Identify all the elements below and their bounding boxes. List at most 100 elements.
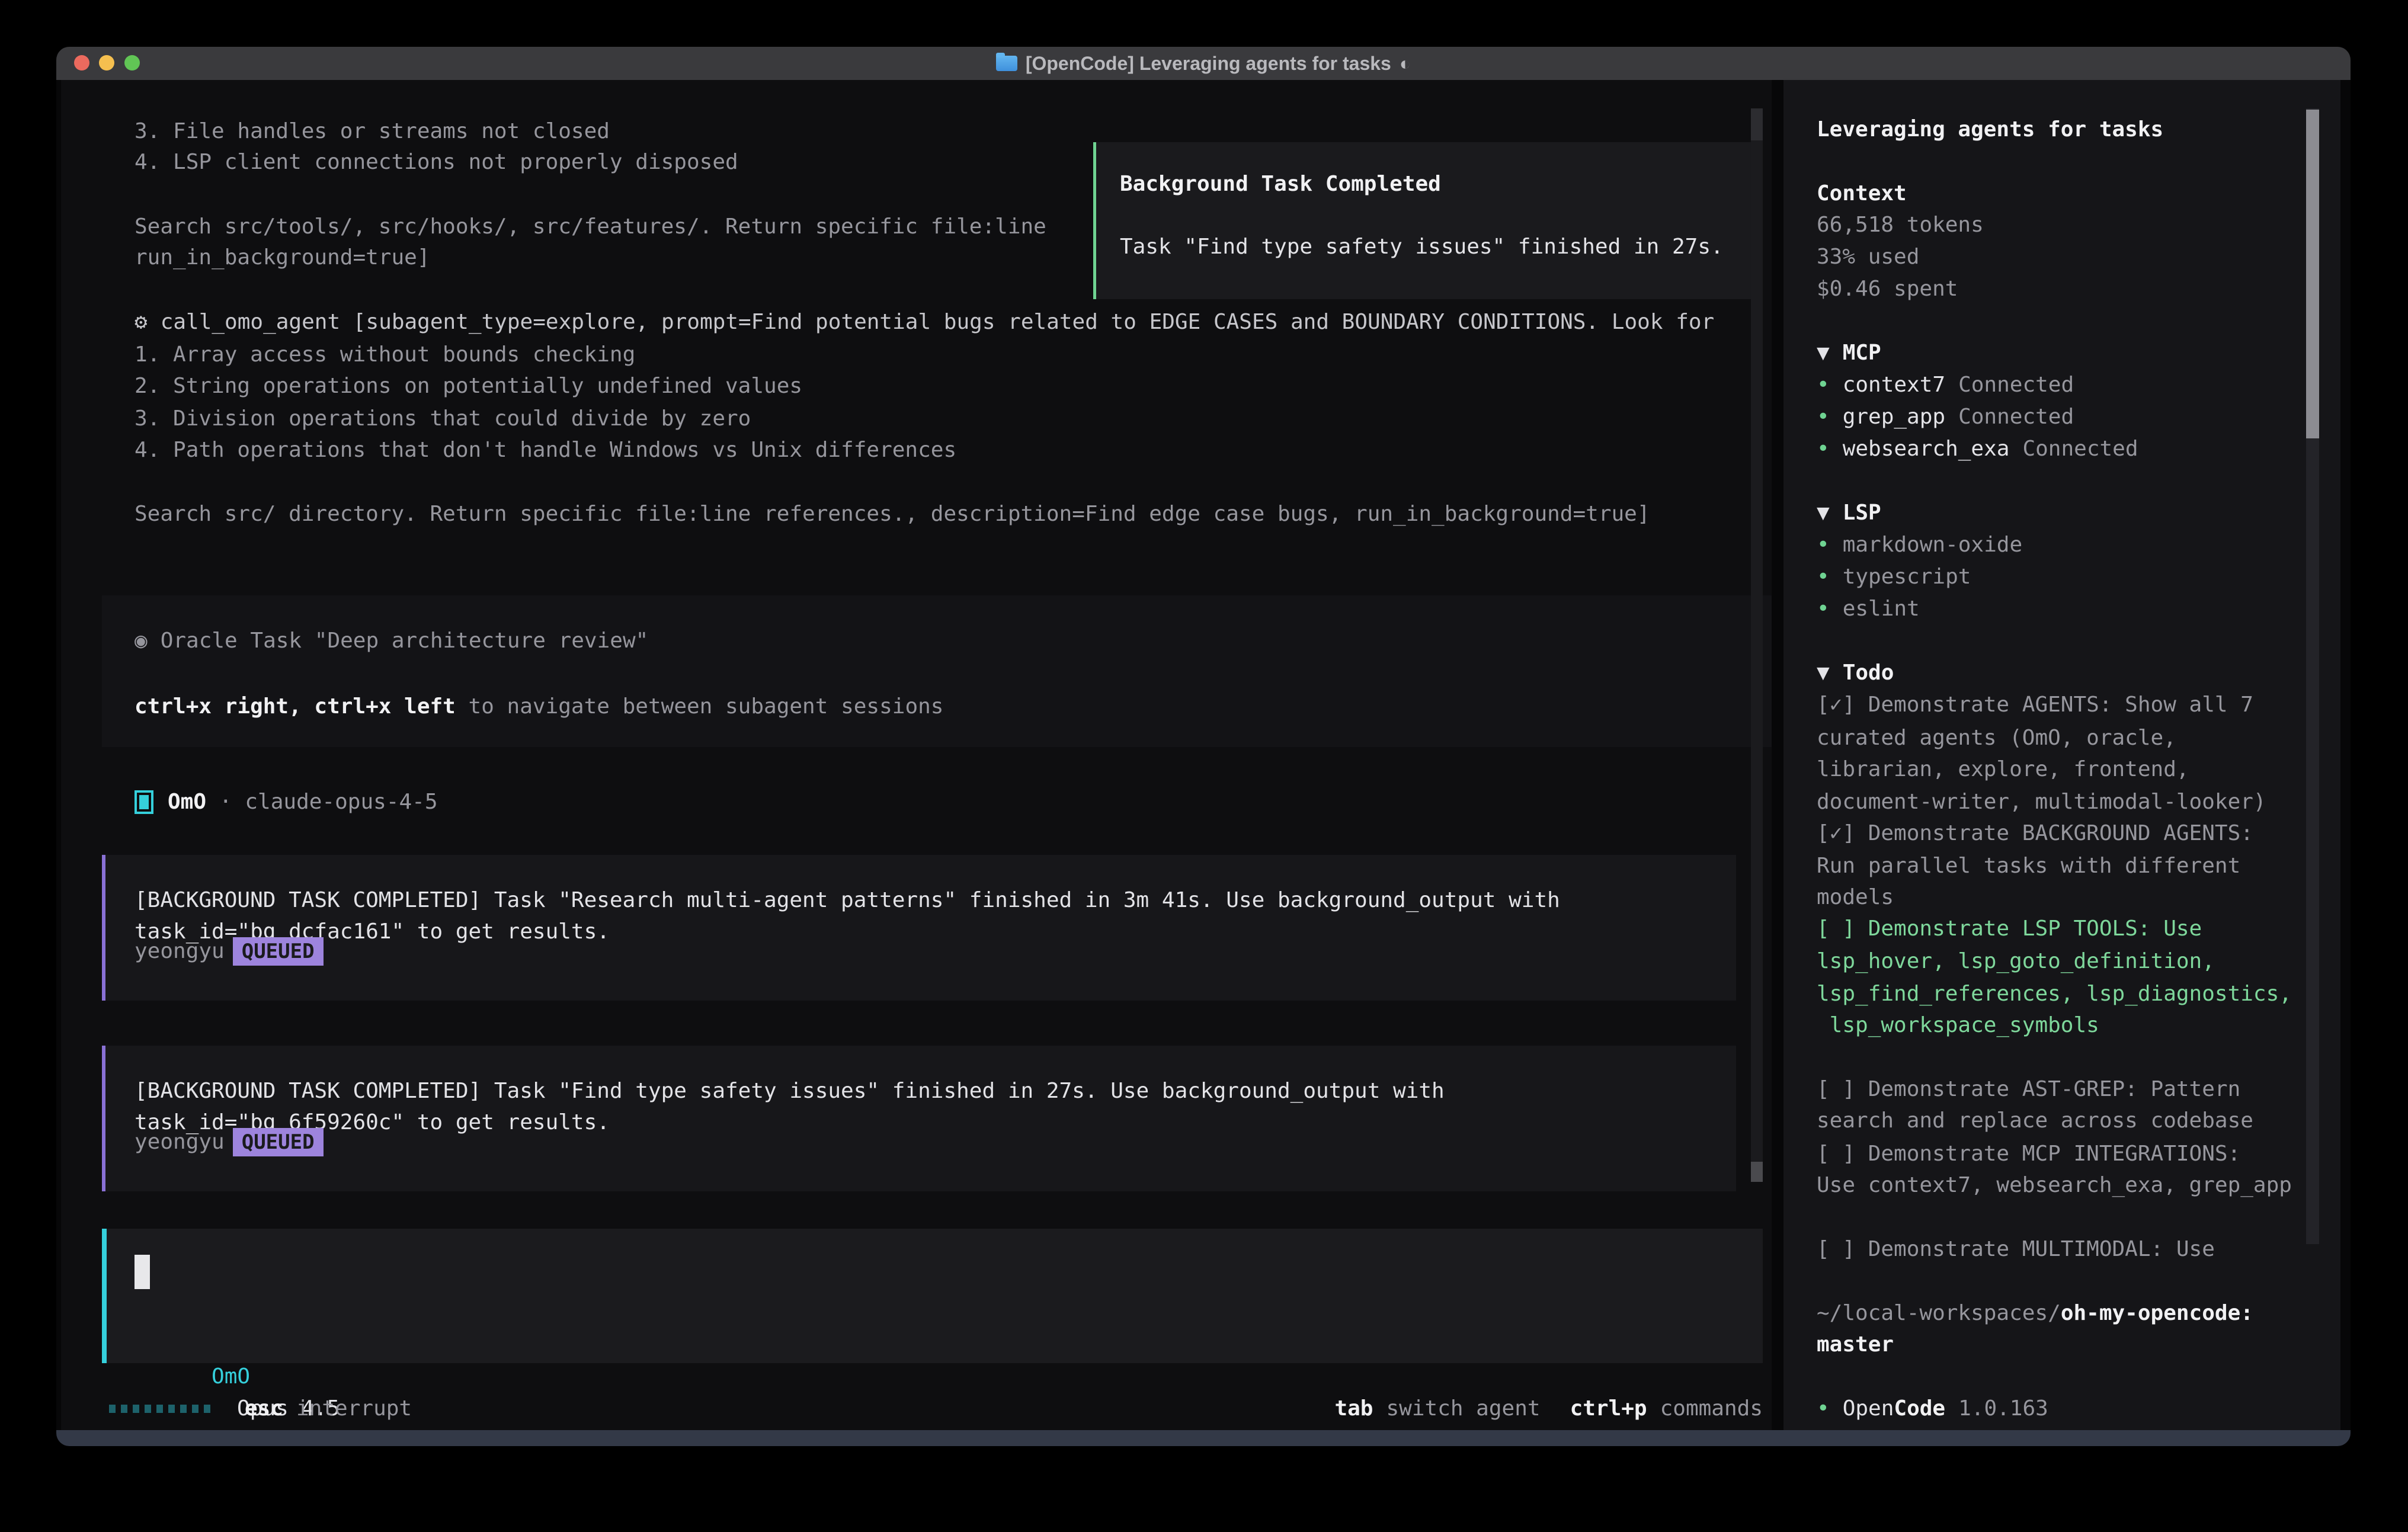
app-version: 1.0.163 xyxy=(1958,1396,2048,1421)
sidebar-scrollbar-thumb[interactable] xyxy=(2306,110,2319,438)
status-dot-icon: • xyxy=(1817,565,1830,589)
context-used: 33% used xyxy=(1817,241,1919,273)
oracle-icon: ◉ xyxy=(135,629,148,653)
todo-line-active: lsp_workspace_symbols xyxy=(1817,1009,2099,1041)
tab-key-hint: tab xyxy=(1334,1393,1373,1425)
todo-line-pending: [ ] Demonstrate AST-GREP: Pattern xyxy=(1817,1073,2240,1105)
todo-line-done: [✓] Demonstrate BACKGROUND AGENTS: xyxy=(1817,818,2253,850)
statusbar-right: tab switch agent ctrl+p commands xyxy=(1334,1393,1763,1425)
lsp-heading: LSP xyxy=(1843,501,1881,525)
navigation-hint: ctrl+x right, ctrl+x left to navigate be… xyxy=(135,691,943,723)
main-scrollbar[interactable] xyxy=(1751,108,1763,1182)
oracle-task-line: ◉ Oracle Task "Deep architecture review" xyxy=(135,625,648,657)
path-prefix: ~/local-workspaces/ xyxy=(1817,1301,2061,1325)
terminal-window: [OpenCode] Leveraging agents for tasks ◐… xyxy=(56,47,2351,1446)
sidebar-section-mcp[interactable]: ▼ MCP xyxy=(1817,337,1881,369)
transcript-line: 4. LSP client connections not properly d… xyxy=(135,146,738,178)
mcp-heading: MCP xyxy=(1843,341,1881,365)
repo-name: oh-my-opencode: xyxy=(2061,1301,2253,1325)
todo-line-done: librarian, explore, frontend, xyxy=(1817,754,2189,786)
mcp-item-name: websearch_exa xyxy=(1843,437,2010,461)
status-dot-icon: • xyxy=(1817,1396,1830,1421)
status-badge: QUEUED xyxy=(233,1128,324,1156)
mcp-item: • websearch_exa Connected xyxy=(1817,433,2138,465)
text-cursor xyxy=(135,1255,150,1289)
todo-line-done: curated agents (OmO, oracle, xyxy=(1817,722,2176,754)
session-progress-icon: ◐ xyxy=(1400,47,1411,80)
agent-model: · claude-opus-4-5 xyxy=(219,786,437,818)
ctrlp-key-label: commands xyxy=(1660,1393,1763,1425)
message-line: [BACKGROUND TASK COMPLETED] Task "Find t… xyxy=(135,1075,1445,1107)
status-badge: QUEUED xyxy=(233,937,324,966)
lsp-item: • eslint xyxy=(1817,593,1920,625)
window-title-text: [OpenCode] Leveraging agents for tasks xyxy=(1026,47,1391,80)
lsp-item-name: eslint xyxy=(1843,597,1920,621)
tool-call-item: 3. Division operations that could divide… xyxy=(135,403,751,435)
todo-line-active: lsp_find_references, lsp_diagnostics, xyxy=(1817,978,2292,1010)
hint-keys: ctrl+x right, ctrl+x left xyxy=(135,694,456,719)
notification-body: Task "Find type safety issues" finished … xyxy=(1120,231,1724,263)
git-branch: master xyxy=(1817,1329,1894,1361)
message-author: yeongyu xyxy=(135,935,225,967)
message-block: [BACKGROUND TASK COMPLETED] Task "Find t… xyxy=(102,1046,1736,1191)
tool-call-tail: Search src/ directory. Return specific f… xyxy=(135,498,1650,530)
transcript-line: 3. File handles or streams not closed xyxy=(135,116,610,148)
status-dot-icon: • xyxy=(1817,533,1830,557)
message-footer: yeongyu QUEUED xyxy=(135,1126,324,1158)
app-name-tail: Code xyxy=(1894,1396,1945,1421)
todo-line-done: document-writer, multimodal-looker) xyxy=(1817,786,2266,818)
chevron-down-icon: ▼ xyxy=(1817,661,1830,685)
sidebar-context-heading: Context xyxy=(1817,178,1907,210)
message-line: [BACKGROUND TASK COMPLETED] Task "Resear… xyxy=(135,884,1560,916)
version-line: • OpenCode 1.0.163 xyxy=(1817,1393,2048,1425)
message-author: yeongyu xyxy=(135,1126,225,1158)
tool-call-item: 4. Path operations that don't handle Win… xyxy=(135,434,956,466)
agent-square-icon xyxy=(135,790,153,814)
status-dot-icon: • xyxy=(1817,373,1830,397)
notification-title: Background Task Completed xyxy=(1120,168,1441,200)
todo-line-pending: [ ] Demonstrate MCP INTEGRATIONS: xyxy=(1817,1138,2240,1170)
mcp-item-name: grep_app xyxy=(1843,405,1945,429)
context-spent: $0.46 spent xyxy=(1817,273,1958,305)
window-titlebar[interactable]: [OpenCode] Leveraging agents for tasks ◐ xyxy=(56,47,2351,80)
todo-line-active: lsp_hover, lsp_goto_definition, xyxy=(1817,946,2215,977)
statusbar-left: esc interrupt xyxy=(109,1393,412,1425)
lsp-item: • markdown-oxide xyxy=(1817,529,2022,561)
oracle-task-box: ◉Oracle Task "Deep architecture review" … xyxy=(102,595,1772,747)
status-dot-icon: • xyxy=(1817,597,1830,621)
sidebar-section-todo[interactable]: ▼ Todo xyxy=(1817,657,1894,689)
prompt-input[interactable]: OmO Opus 4.5 Anthropic xyxy=(102,1229,1763,1363)
todo-line-pending: search and replace across codebase xyxy=(1817,1105,2253,1137)
mcp-item-status: Connected xyxy=(1958,373,2074,397)
context-tokens: 66,518 tokens xyxy=(1817,209,1984,241)
sidebar-scrollbar[interactable] xyxy=(2306,108,2319,1244)
oracle-task-label: Oracle Task "Deep architecture review" xyxy=(161,629,649,653)
todo-line-pending: Use context7, websearch_exa, grep_app xyxy=(1817,1169,2292,1201)
todo-heading: Todo xyxy=(1843,661,1894,685)
esc-key-hint: esc xyxy=(245,1393,283,1425)
mcp-item: •context7Connected xyxy=(1817,369,2074,401)
transcript-line: Search src/tools/, src/hooks/, src/featu… xyxy=(135,211,1046,243)
lsp-item: •typescript xyxy=(1817,561,1971,593)
ctrlp-key-hint: ctrl+p xyxy=(1570,1393,1647,1425)
tool-call-line: ⚙ call_omo_agent [subagent_type=explore, … xyxy=(135,306,1714,338)
mcp-item-status: Connected xyxy=(1958,405,2074,429)
tool-call-text: call_omo_agent [subagent_type=explore, p… xyxy=(161,310,1715,334)
input-status-line: OmO Opus 4.5 Anthropic xyxy=(135,1329,340,1446)
transcript-line: run_in_background=true] xyxy=(135,242,430,274)
tool-call-item: 1. Array access without bounds checking xyxy=(135,339,635,371)
mcp-item-status: Connected xyxy=(2022,437,2138,461)
app-name-head: Open xyxy=(1843,1396,1894,1421)
lsp-item-name: markdown-oxide xyxy=(1843,533,2022,557)
background-task-notification: Background Task Completed Task "Find typ… xyxy=(1093,142,1759,299)
chevron-down-icon: ▼ xyxy=(1817,341,1830,365)
message-footer: yeongyu QUEUED xyxy=(135,935,324,967)
gear-icon: ⚙ xyxy=(135,310,148,334)
main-scrollbar-thumb[interactable] xyxy=(1751,1162,1763,1182)
chevron-down-icon: ▼ xyxy=(1817,501,1830,525)
hint-text: to navigate between subagent sessions xyxy=(456,694,944,719)
tool-call-item: 2. String operations on potentially unde… xyxy=(135,370,802,402)
status-dot-icon: • xyxy=(1817,437,1830,461)
sidebar-section-lsp[interactable]: ▼ LSP xyxy=(1817,497,1881,529)
sidebar-session-title: Leveraging agents for tasks xyxy=(1817,114,2163,146)
